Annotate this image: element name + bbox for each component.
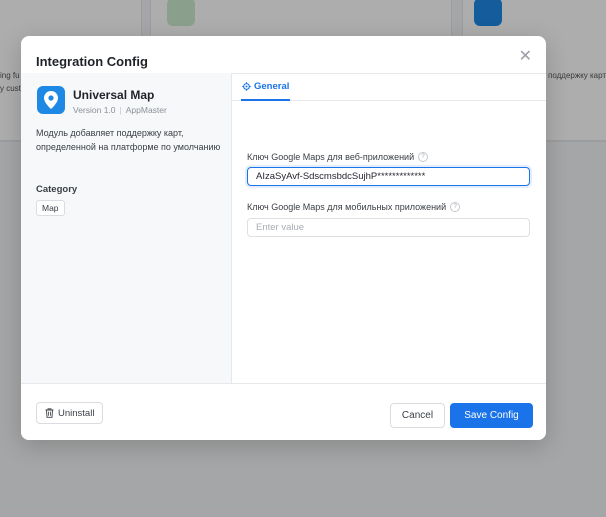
- app-meta: Version 1.0 | AppMaster: [73, 105, 167, 115]
- web-key-input[interactable]: [247, 167, 530, 186]
- app-version: Version 1.0: [73, 105, 116, 115]
- dialog-title: Integration Config: [36, 54, 148, 69]
- meta-separator: |: [119, 105, 122, 115]
- uninstall-label: Uninstall: [58, 407, 95, 419]
- app-vendor: AppMaster: [125, 105, 167, 115]
- mobile-key-label-text: Ключ Google Maps для мобильных приложени…: [247, 202, 447, 212]
- gear-icon: [242, 81, 251, 91]
- web-key-label: Ключ Google Maps для веб-приложений ?: [247, 152, 429, 162]
- map-pin-icon: [37, 86, 65, 114]
- tab-label: General: [254, 80, 290, 92]
- category-tag: Map: [36, 200, 65, 216]
- mobile-key-input[interactable]: [247, 218, 530, 237]
- mobile-key-label: Ключ Google Maps для мобильных приложени…: [247, 202, 461, 212]
- app-description: Модуль добавляет поддержку карт, определ…: [36, 128, 221, 152]
- web-key-label-text: Ключ Google Maps для веб-приложений: [247, 152, 415, 162]
- integration-config-dialog: Integration Config ✕ Universal Map Versi…: [21, 36, 546, 440]
- cancel-button[interactable]: Cancel: [390, 403, 445, 428]
- app-name: Universal Map: [73, 88, 155, 102]
- tab-general[interactable]: General: [241, 73, 291, 101]
- uninstall-button[interactable]: Uninstall: [36, 402, 104, 424]
- help-icon[interactable]: ?: [418, 152, 429, 162]
- app-info-panel: Universal Map Version 1.0 | AppMaster Моду…: [21, 73, 232, 384]
- tab-bar: General: [232, 73, 546, 101]
- trash-icon: [45, 408, 54, 418]
- category-label: Category: [36, 184, 78, 195]
- save-config-button[interactable]: Save Config: [450, 403, 533, 428]
- config-panel: General Ключ Google Maps для веб-приложе…: [232, 73, 546, 384]
- dialog-footer: Uninstall Cancel Save Config: [21, 383, 546, 440]
- dialog-header: Integration Config ✕: [21, 36, 546, 74]
- close-icon[interactable]: ✕: [519, 49, 532, 65]
- help-icon[interactable]: ?: [450, 202, 461, 212]
